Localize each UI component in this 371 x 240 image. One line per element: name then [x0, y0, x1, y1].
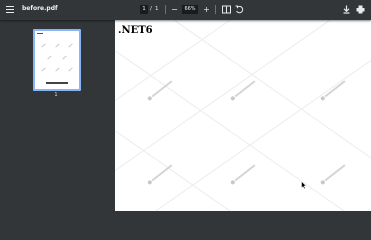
document-heading: .NET6 [118, 25, 153, 36]
thumbnail-watermark [41, 43, 46, 48]
thumbnail-watermark [68, 67, 73, 72]
watermark [320, 164, 346, 186]
pdf-page: .NET6 [115, 20, 371, 211]
document-filename: before.pdf [22, 5, 58, 12]
zoom-level-input[interactable]: 66% [182, 5, 198, 14]
print-icon[interactable] [356, 5, 365, 14]
download-icon[interactable] [342, 5, 351, 14]
thumbnail-watermark [47, 55, 52, 60]
thumbnail-watermark [41, 67, 46, 72]
watermark [320, 80, 346, 102]
page-separator: / [150, 6, 152, 12]
total-pages: 1 [155, 6, 159, 12]
watermark [230, 164, 256, 186]
thumbnail-footer [46, 82, 68, 84]
thumbnail-sidebar: 1 [0, 20, 115, 211]
watermark [147, 164, 173, 186]
document-viewer[interactable]: .NET6 [115, 20, 371, 211]
thumbnail-watermark [68, 43, 73, 48]
current-page-input[interactable]: 1 [140, 5, 148, 14]
zoom-in-button[interactable]: + [202, 4, 211, 15]
toolbar-divider [215, 5, 216, 14]
menu-icon[interactable] [6, 6, 14, 14]
thumbnail-watermark [55, 43, 60, 48]
toolbar-divider [165, 5, 166, 14]
thumbnail-watermark [62, 55, 67, 60]
watermark [230, 80, 256, 102]
thumbnail-heading [37, 33, 43, 34]
pdf-toolbar: before.pdf 1 / 1 − 66% + [0, 0, 371, 20]
page-thumbnail[interactable] [33, 29, 81, 91]
thumbnail-watermark [55, 67, 60, 72]
fit-page-icon[interactable] [222, 5, 231, 14]
rotate-icon[interactable] [235, 5, 244, 14]
zoom-out-button[interactable]: − [170, 4, 179, 15]
mouse-pointer-icon [301, 174, 307, 190]
thumbnail-page-number: 1 [54, 92, 58, 98]
